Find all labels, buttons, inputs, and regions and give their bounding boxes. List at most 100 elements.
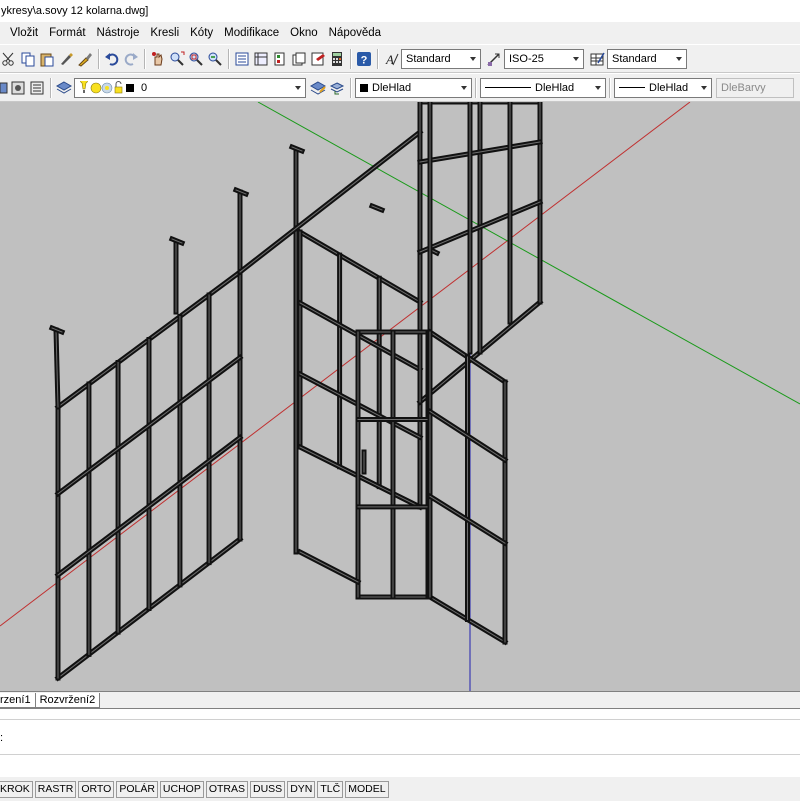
help-icon[interactable]: ? [355, 49, 373, 69]
svg-text:?: ? [361, 54, 368, 66]
calculator-icon[interactable] [328, 49, 346, 69]
toolbar-separator [50, 77, 52, 98]
drawing-viewport[interactable] [0, 102, 800, 691]
tool-palettes-icon[interactable] [271, 49, 289, 69]
layer-select[interactable]: 0 [74, 77, 306, 98]
status-bar: KROK RASTR ORTO POLÁR UCHOP OTRAS DUSS D… [0, 776, 800, 801]
design-center-icon[interactable] [252, 49, 270, 69]
model-toggle[interactable]: MODEL [345, 780, 389, 798]
chevron-down-icon [591, 79, 605, 97]
command-prompt[interactable]: : [0, 732, 3, 744]
menu-draw[interactable]: Kresli [150, 27, 179, 39]
layer-value: 0 [141, 81, 148, 94]
menu-bar: Vložit Formát Nástroje Kresli Kóty Modif… [0, 22, 800, 44]
otrack-toggle[interactable]: OTRAS [205, 780, 249, 798]
text-style-value: Standard [406, 52, 451, 65]
snap-toggle[interactable]: KROK [0, 780, 33, 798]
color-select-content: DleHlad [356, 82, 457, 94]
chevron-down-icon [466, 50, 480, 68]
layout-tabs: rzení1 Rozvržení2 [0, 691, 800, 708]
brush-icon[interactable] [76, 49, 94, 69]
paste-icon[interactable] [38, 49, 56, 69]
side-wall-panel-top-highlight [299, 231, 421, 303]
layers-properties-toolbar: 0 DleHlad DleHlad DleHlad DleBarvy [0, 73, 800, 102]
text-style-select[interactable]: Standard [401, 48, 481, 69]
layer-state-icons [80, 80, 134, 93]
model-space-drawing[interactable] [0, 102, 800, 691]
table-style-select[interactable]: Standard [607, 48, 687, 69]
color-swatch [360, 83, 368, 92]
sheet-set-icon[interactable] [290, 49, 308, 69]
lineweight-toggle[interactable]: TLČ [317, 780, 344, 798]
menu-help[interactable]: Nápověda [329, 27, 381, 39]
window-title: ykresy\a.sovy 12 kolarna.dwg] [1, 5, 149, 17]
layer-manager-icon[interactable] [0, 78, 8, 98]
layer-previous-state-icon[interactable] [328, 78, 346, 98]
cut-icon[interactable] [0, 49, 18, 69]
osnap-toggle[interactable]: UCHOP [159, 780, 204, 798]
zoom-realtime-icon[interactable] [168, 49, 186, 69]
tab-layout2[interactable]: Rozvržení2 [34, 693, 101, 708]
color-select[interactable]: DleHlad [355, 77, 472, 98]
zoom-previous-icon[interactable] [206, 49, 224, 69]
ducs-toggle[interactable]: DUSS [250, 780, 286, 798]
grid-toggle[interactable]: RASTR [34, 780, 77, 798]
zoom-window-icon[interactable] [187, 49, 205, 69]
steel-partition-frames [48, 102, 544, 682]
command-input-line [0, 754, 800, 755]
standard-toolbar: ? A Standard ISO-25 Standard [0, 44, 800, 73]
command-window[interactable]: : [0, 708, 800, 777]
menu-window[interactable]: Okno [290, 27, 318, 39]
match-properties-icon[interactable] [57, 49, 75, 69]
redo-icon[interactable] [122, 49, 140, 69]
menu-dimension[interactable]: Kóty [190, 27, 213, 39]
toolbar-separator [350, 77, 352, 98]
dim-style-select[interactable]: ISO-25 [504, 48, 584, 69]
plot-style-value: DleBarvy [721, 81, 766, 94]
chevron-down-icon [569, 50, 583, 68]
dim-style-icon[interactable] [485, 49, 503, 69]
lineweight-select-content: DleHlad [615, 82, 697, 94]
text-style-icon[interactable]: A [382, 49, 400, 69]
chevron-down-icon [291, 79, 305, 97]
color-value: DleHlad [372, 81, 412, 94]
polar-toggle[interactable]: POLÁR [116, 780, 158, 798]
menu-format[interactable]: Formát [49, 27, 85, 39]
x-axis-line [0, 102, 691, 627]
lineweight-select[interactable]: DleHlad [614, 77, 712, 98]
chevron-down-icon [672, 50, 686, 68]
markup-icon[interactable] [309, 49, 327, 69]
title-bar: ykresy\a.sovy 12 kolarna.dwg] [0, 0, 800, 22]
tab-layout1[interactable]: rzení1 [0, 693, 36, 708]
toolbar-separator [475, 77, 477, 98]
make-object-layer-current-icon[interactable] [309, 78, 327, 98]
undo-icon[interactable] [103, 49, 121, 69]
dyn-toggle[interactable]: DYN [287, 780, 316, 798]
menu-insert[interactable]: Vložit [10, 27, 38, 39]
toolbar-separator [98, 48, 100, 69]
chevron-down-icon [457, 79, 471, 97]
properties-icon[interactable] [233, 49, 251, 69]
layer-previous-icon[interactable] [28, 78, 46, 98]
table-style-icon[interactable] [588, 49, 606, 69]
chevron-down-icon [697, 79, 711, 97]
menu-modify[interactable]: Modifikace [224, 27, 279, 39]
toolbar-separator [144, 48, 146, 69]
table-style-value: Standard [612, 52, 657, 65]
ortho-toggle[interactable]: ORTO [78, 780, 115, 798]
lineweight-preview [619, 87, 645, 88]
layer-state-icon[interactable] [9, 78, 27, 98]
linetype-select-content: DleHlad [481, 82, 591, 94]
linetype-preview [485, 87, 531, 88]
copy-icon[interactable] [19, 49, 37, 69]
linetype-select[interactable]: DleHlad [480, 77, 606, 98]
command-history-line [0, 719, 800, 720]
layer-select-content: 0 [75, 80, 291, 95]
lineweight-value: DleHlad [649, 81, 689, 94]
toolbar-separator [350, 48, 352, 69]
toolbar-separator [377, 48, 379, 69]
plot-style-select: DleBarvy [716, 77, 794, 98]
menu-tools[interactable]: Nástroje [97, 27, 140, 39]
layers-icon[interactable] [55, 78, 73, 98]
pan-icon[interactable] [149, 49, 167, 69]
